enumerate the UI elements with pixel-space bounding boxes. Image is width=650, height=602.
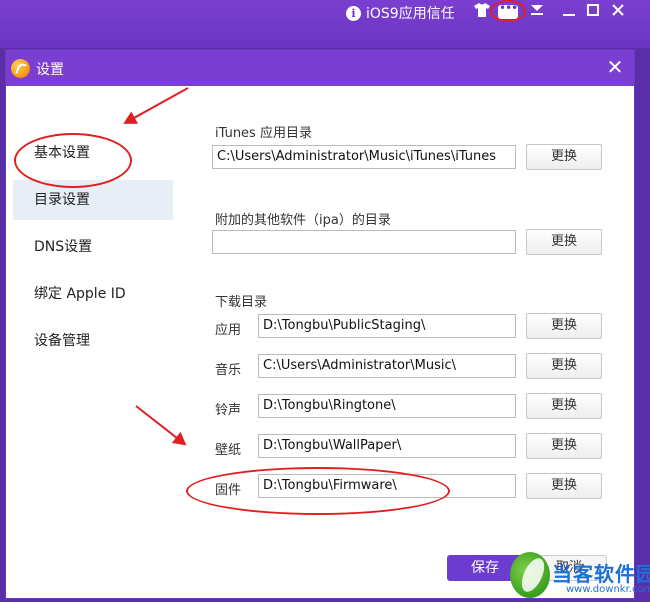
dialog-title-bar: 设置 ✕ [6,50,634,86]
dialog-title: 设置 [36,62,64,78]
tongbu-logo-icon [11,59,30,78]
firmware-dir-input[interactable]: D:\Tongbu\Firmware\ [258,474,516,498]
close-icon[interactable] [608,3,628,21]
ringtone-dir-label: 铃声 [215,403,242,418]
ipa-dir-change-button[interactable]: 更换 [526,229,602,255]
ipa-dir-label: 附加的其他软件（ipa）的目录 [215,213,391,228]
tshirt-icon[interactable] [472,3,492,21]
music-dir-label: 音乐 [215,363,242,378]
sidebar-item-device-management[interactable]: 设备管理 [13,321,173,361]
download-icon[interactable] [527,3,547,21]
maximize-icon[interactable] [583,3,603,21]
music-dir-change-button[interactable]: 更换 [526,353,602,379]
sidebar-item-directory-settings[interactable]: 目录设置 [13,180,173,220]
itunes-dir-change-button[interactable]: 更换 [526,144,602,170]
app-dir-label: 应用 [215,323,242,338]
firmware-dir-label: 固件 [215,483,242,498]
ringtone-dir-input[interactable]: D:\Tongbu\Ringtone\ [258,394,516,418]
ios9-trust-label: iOS9应用信任 [366,6,455,22]
itunes-dir-label: iTunes 应用目录 [215,126,312,141]
firmware-dir-change-button[interactable]: 更换 [526,473,602,499]
settings-sidebar: 基本设置 目录设置 DNS设置 绑定 Apple ID 设备管理 [13,86,173,596]
minimize-icon[interactable] [559,3,579,21]
watermark-name: 当客软件园 [552,562,650,586]
app-dir-change-button[interactable]: 更换 [526,313,602,339]
dialog-close-icon[interactable]: ✕ [604,54,626,80]
wallpaper-dir-input[interactable]: D:\Tongbu\WallPaper\ [258,434,516,458]
annotation-circle-message [490,0,526,22]
directory-settings-panel: iTunes 应用目录 C:\Users\Administrator\Music… [178,90,633,580]
info-icon: i [346,5,361,21]
itunes-dir-input[interactable]: C:\Users\Administrator\Music\iTunes\iTun… [212,145,516,169]
app-dir-input[interactable]: D:\Tongbu\PublicStaging\ [258,314,516,338]
watermark-logo-icon [510,552,550,598]
site-watermark: 当客软件园 www.downkr.com [510,552,650,602]
sidebar-item-bind-apple-id[interactable]: 绑定 Apple ID [13,274,173,314]
music-dir-input[interactable]: C:\Users\Administrator\Music\ [258,354,516,378]
ios9-trust-link[interactable]: i iOS9应用信任 [346,3,455,23]
wallpaper-dir-label: 壁纸 [215,443,242,458]
ringtone-dir-change-button[interactable]: 更换 [526,393,602,419]
download-dir-label: 下载目录 [215,295,268,310]
watermark-url: www.downkr.com [566,584,650,595]
wallpaper-dir-change-button[interactable]: 更换 [526,433,602,459]
ipa-dir-input[interactable] [212,230,516,254]
settings-dialog: 设置 ✕ 基本设置 目录设置 DNS设置 绑定 Apple ID 设备管理 iT… [5,49,635,599]
sidebar-item-dns-settings[interactable]: DNS设置 [13,227,173,267]
app-top-bar: i iOS9应用信任 [0,0,650,48]
sidebar-item-basic-settings[interactable]: 基本设置 [13,133,173,173]
